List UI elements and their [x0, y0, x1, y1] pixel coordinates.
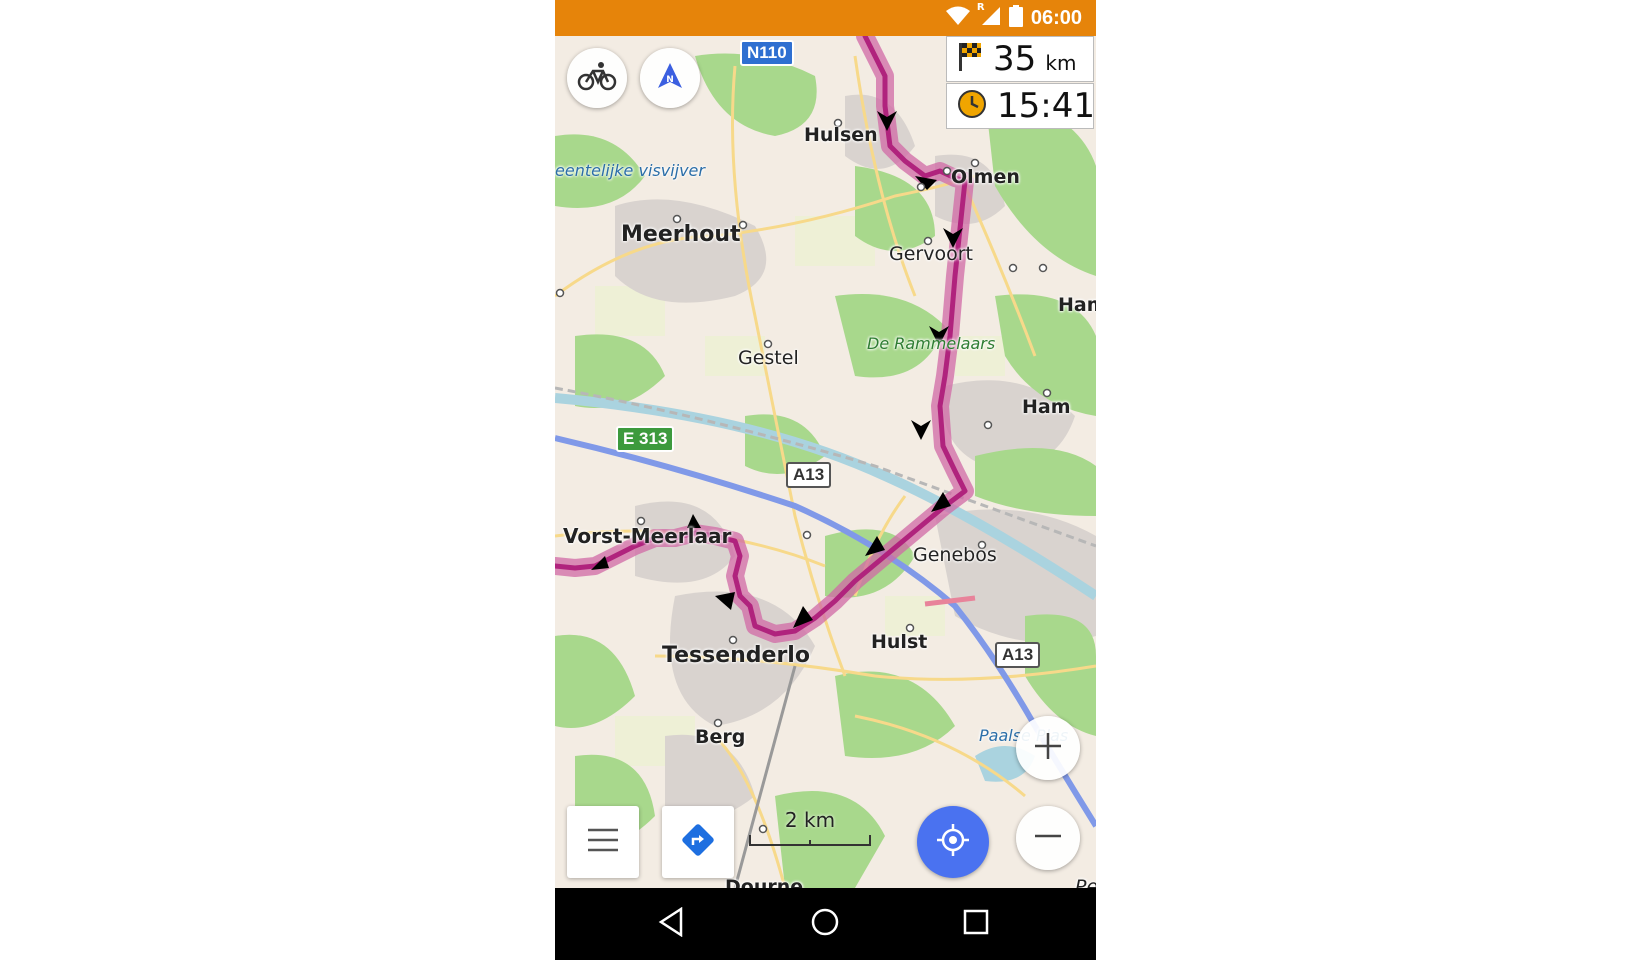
- place-pe: Pe: [1075, 876, 1096, 888]
- system-nav-bar: [555, 888, 1096, 960]
- place-gestel: Gestel: [738, 347, 799, 369]
- battery-icon: [1008, 5, 1023, 31]
- status-bar: R 06:00: [555, 0, 1096, 36]
- compass-button[interactable]: N: [640, 48, 700, 108]
- compass-north-icon: N: [655, 61, 685, 95]
- place-gervoort: Gervoort: [889, 243, 973, 265]
- scale-label: 2 km: [784, 808, 836, 832]
- scale-bar: [749, 835, 871, 846]
- arrival-time-value: 15:41: [997, 86, 1095, 126]
- place-hulst: Hulst: [871, 631, 928, 653]
- home-button[interactable]: [803, 902, 847, 946]
- phone-screen: R 06:00 N110 E 313 A13 A13 Hulsen Olmen …: [555, 0, 1096, 960]
- hamburger-menu-icon: [587, 827, 619, 857]
- roaming-indicator: R: [976, 2, 985, 13]
- place-meerhout: Meerhout: [621, 222, 741, 247]
- zoom-in-button[interactable]: [1016, 716, 1080, 780]
- home-circle-icon: [810, 907, 840, 941]
- wood-label-rammelaars: De Rammelaars: [867, 334, 996, 353]
- my-location-button[interactable]: [917, 806, 989, 878]
- recents-button[interactable]: [954, 902, 998, 946]
- road-shield-e313: E 313: [616, 426, 675, 452]
- wifi-icon: [945, 6, 971, 30]
- minus-icon: [1032, 820, 1064, 856]
- place-berg: Berg: [695, 726, 746, 748]
- place-vorst-meerlaar: Vorst-Meerlaar: [563, 524, 732, 548]
- place-hulsen: Hulsen: [804, 124, 878, 146]
- zoom-out-button[interactable]: [1016, 806, 1080, 870]
- crosshair-location-icon: [936, 823, 970, 861]
- arrival-time-widget[interactable]: 15:41: [946, 83, 1095, 129]
- water-label-visvijver: eentelijke visvijver: [555, 161, 705, 180]
- place-olmen: Olmen: [951, 166, 1020, 188]
- place-tessenderlo: Tessenderlo: [662, 643, 810, 668]
- clock-icon: [957, 89, 987, 123]
- place-ham-top: Ham: [1058, 294, 1096, 316]
- place-dourne: Dourne: [725, 876, 804, 888]
- back-triangle-icon: [657, 906, 685, 941]
- plus-icon: [1032, 730, 1064, 766]
- recents-square-icon: [962, 908, 990, 940]
- place-genebos: Genebos: [913, 544, 997, 566]
- signal-icon: R: [977, 2, 1001, 30]
- directions-icon: [681, 823, 715, 861]
- status-clock: 06:00: [1030, 6, 1082, 29]
- svg-text:N: N: [666, 75, 674, 85]
- checkered-flag-icon: [957, 41, 983, 77]
- distance-unit: km: [1045, 51, 1077, 75]
- directions-button[interactable]: [662, 806, 734, 878]
- routing-profile-button[interactable]: [567, 48, 627, 108]
- distance-widget[interactable]: 35 km: [946, 36, 1094, 82]
- place-ham: Ham: [1022, 396, 1071, 418]
- bicycle-icon: [577, 61, 617, 95]
- distance-value: 35: [993, 39, 1037, 79]
- road-shield-a13-right: A13: [995, 642, 1041, 668]
- road-shield-a13: A13: [786, 462, 832, 488]
- road-shield-n110: N110: [740, 40, 794, 66]
- map-view[interactable]: N110 E 313 A13 A13 Hulsen Olmen Meerhout…: [555, 36, 1096, 888]
- menu-button[interactable]: [567, 806, 639, 878]
- map-scale: 2 km: [745, 808, 875, 851]
- back-button[interactable]: [649, 902, 693, 946]
